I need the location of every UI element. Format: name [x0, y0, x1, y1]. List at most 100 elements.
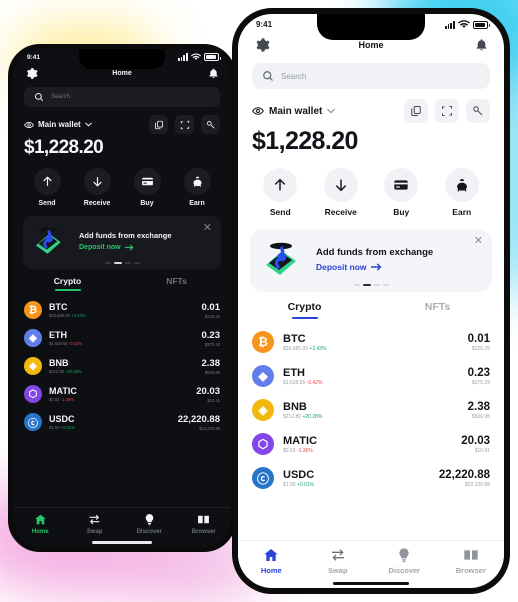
nav-discover[interactable]: Discover — [371, 547, 438, 575]
eth-icon: ◆ — [252, 365, 274, 387]
wifi-icon — [191, 53, 201, 60]
nav-swap[interactable]: Swap — [68, 513, 123, 535]
receive-button[interactable]: Receive — [323, 168, 358, 217]
arrow-up-icon — [33, 168, 61, 195]
screen-light: 9:41 Home Search Main wallet $1,228.20 S… — [238, 14, 504, 588]
close-icon[interactable]: ✕ — [474, 236, 483, 247]
token-fiat: $10.41 — [207, 397, 220, 403]
bottom-nav: Home Swap Discover Browser — [238, 540, 504, 578]
search-icon — [263, 71, 273, 81]
connect-icon[interactable] — [466, 99, 490, 123]
table-row[interactable]: ⬡ MATIC $0.52 -1.36% 20.03 $10.41 — [24, 380, 220, 408]
nav-discover[interactable]: Discover — [122, 513, 177, 535]
table-row[interactable]: ₿ BTC $26,685.00 +2.43% 0.01 $226.25 — [252, 325, 490, 359]
buy-button[interactable]: Buy — [133, 168, 161, 207]
wallet-name-label: Main wallet — [38, 120, 81, 129]
phone-dark-theme: 9:41 Home Search Main wallet $1,228.20 S… — [8, 44, 236, 552]
nav-home[interactable]: Home — [13, 513, 68, 535]
nav-swap[interactable]: Swap — [305, 547, 372, 575]
token-fiat: $22,220.88 — [199, 425, 220, 431]
promo-banner[interactable]: ✕ Add funds from exchange Deposit now — [23, 216, 221, 269]
deposit-now-link[interactable]: Deposit now — [79, 244, 172, 251]
deposit-now-link[interactable]: Deposit now — [316, 262, 433, 272]
earn-button[interactable]: Earn — [183, 168, 211, 207]
send-label: Send — [38, 200, 56, 207]
token-info: MATIC $0.52 -1.36% — [49, 386, 189, 402]
nav-discover-label: Discover — [136, 529, 162, 535]
tab-nfts[interactable]: NFTs — [371, 301, 504, 319]
search-input[interactable]: Search — [252, 63, 490, 89]
scan-icon[interactable] — [175, 115, 194, 134]
connect-icon[interactable] — [201, 115, 220, 134]
token-symbol: BNB — [49, 358, 69, 368]
banner-inner: Add funds from exchange Deposit now — [260, 239, 482, 279]
nav-home[interactable]: Home — [238, 547, 305, 575]
token-info: ETH $1,628.65 -0.42% — [283, 367, 459, 386]
copy-icon[interactable] — [404, 99, 428, 123]
piggy-bank-icon — [444, 168, 479, 202]
phone-with-coin-illustration — [31, 224, 69, 257]
receive-label: Receive — [83, 200, 111, 207]
token-balance: 0.01 $226.25 — [468, 333, 490, 352]
promo-banner[interactable]: ✕ Add funds from exchange Deposit now — [250, 229, 492, 292]
nav-browser[interactable]: Browser — [438, 547, 505, 575]
search-input[interactable]: Search — [24, 87, 220, 107]
table-row[interactable]: ◈ BNB $212.80 +20.28% 2.38 $506.95 — [24, 352, 220, 380]
credit-card-icon — [384, 168, 419, 202]
token-fiat: $506.95 — [471, 413, 490, 420]
gear-icon[interactable] — [254, 37, 270, 53]
table-row[interactable]: ⬡ MATIC $0.52 -1.36% 20.03 $10.41 — [252, 427, 490, 461]
send-button[interactable]: Send — [33, 168, 61, 207]
battery-icon — [473, 20, 490, 29]
copy-icon[interactable] — [149, 115, 168, 134]
deposit-now-label: Deposit now — [316, 261, 367, 272]
table-row[interactable]: ⓒ USDC $1.00 +0.01% 22,220.88 $22,220.88 — [24, 408, 220, 436]
token-balance: 0.23 $375.33 — [468, 367, 490, 386]
table-row[interactable]: ₿ BTC $26,685.00 +2.43% 0.01 $226.25 — [24, 296, 220, 324]
lightbulb-icon — [145, 514, 154, 526]
wallet-selector[interactable]: Main wallet — [24, 120, 92, 130]
token-info: ETH $1,628.65 -0.42% — [49, 330, 195, 346]
receive-button[interactable]: Receive — [83, 168, 111, 207]
token-fiat: $10.41 — [474, 447, 490, 454]
wallet-actions — [404, 99, 490, 123]
asset-tabs: Crypto NFTs — [13, 276, 231, 291]
table-row[interactable]: ◆ ETH $1,628.65 -0.42% 0.23 $375.33 — [24, 324, 220, 352]
token-symbol: ETH — [283, 366, 305, 379]
nav-browser-label: Browser — [191, 529, 216, 535]
eye-icon — [24, 121, 34, 128]
token-symbol: USDC — [49, 414, 75, 424]
token-list[interactable]: ₿ BTC $26,685.00 +2.43% 0.01 $226.25 ◆ E… — [238, 319, 504, 540]
token-price: $212.80 +20.28% — [283, 413, 323, 420]
nav-browser[interactable]: Browser — [177, 513, 232, 535]
token-list[interactable]: ₿ BTC $26,685.00 +2.43% 0.01 $226.25 ◆ E… — [13, 291, 231, 507]
earn-button[interactable]: Earn — [444, 168, 479, 217]
wallet-selector[interactable]: Main wallet — [252, 105, 336, 117]
token-fiat: $226.25 — [471, 345, 490, 352]
gear-icon[interactable] — [25, 67, 38, 80]
arrow-down-icon — [323, 168, 358, 202]
tab-nfts[interactable]: NFTs — [122, 276, 231, 291]
search-placeholder: Search — [281, 71, 307, 81]
table-row[interactable]: ◈ BNB $212.80 +20.28% 2.38 $506.95 — [252, 393, 490, 427]
nav-home-label: Home — [31, 529, 49, 535]
bnb-icon: ◈ — [24, 357, 42, 375]
screen-dark: 9:41 Home Search Main wallet $1,228.20 S… — [13, 49, 231, 547]
buy-button[interactable]: Buy — [384, 168, 419, 217]
token-balance: 0.23 $375.33 — [202, 330, 221, 347]
close-icon[interactable]: ✕ — [203, 223, 212, 234]
tab-crypto[interactable]: Crypto — [238, 301, 371, 319]
bell-icon[interactable] — [208, 67, 219, 80]
swap-icon — [89, 514, 100, 525]
usdc-icon: ⓒ — [252, 467, 274, 489]
bell-icon[interactable] — [475, 37, 488, 53]
send-button[interactable]: Send — [263, 168, 298, 217]
tab-crypto[interactable]: Crypto — [13, 276, 122, 291]
table-row[interactable]: ◆ ETH $1,628.65 -0.42% 0.23 $375.33 — [252, 359, 490, 393]
matic-icon: ⬡ — [24, 385, 42, 403]
wifi-icon — [458, 20, 470, 28]
scan-icon[interactable] — [435, 99, 459, 123]
wallet-row: Main wallet — [13, 113, 231, 134]
token-symbol: BTC — [283, 332, 306, 345]
table-row[interactable]: ⓒ USDC $1.00 +0.01% 22,220.88 $22,220.88 — [252, 461, 490, 495]
